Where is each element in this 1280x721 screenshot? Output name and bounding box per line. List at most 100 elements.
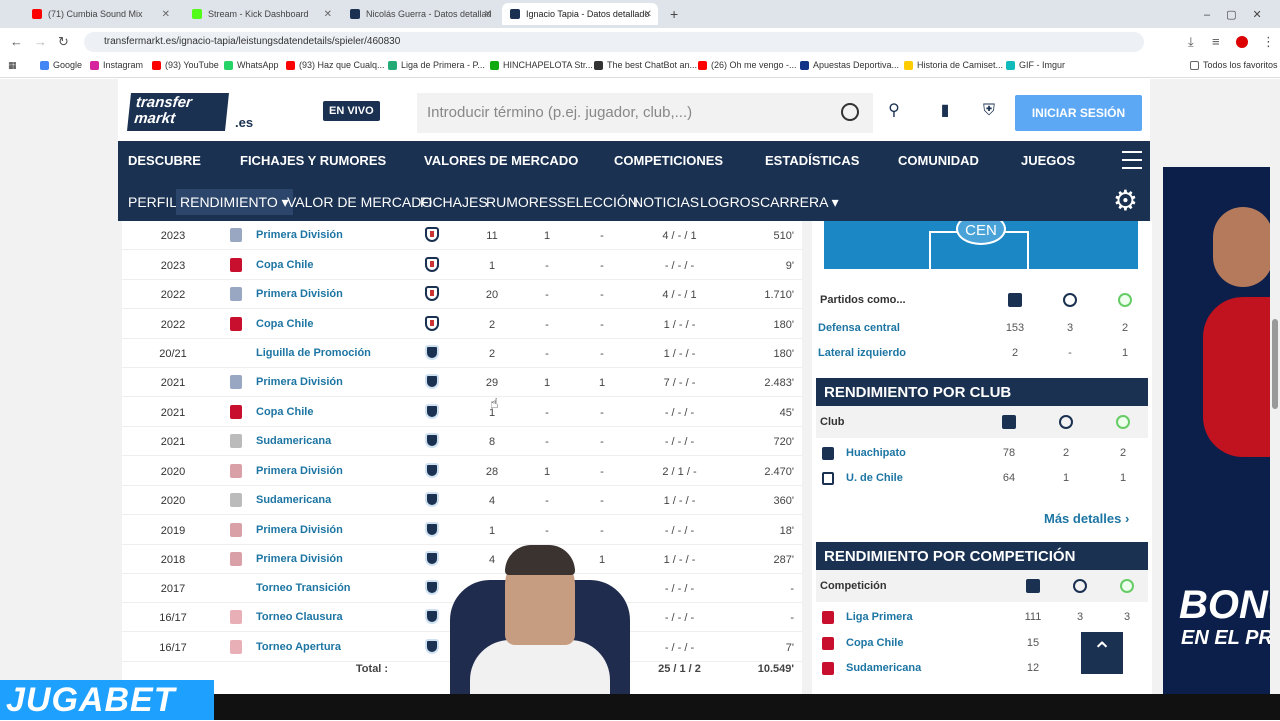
nav-fichajes[interactable]: FICHAJES Y RUMORES xyxy=(240,153,386,168)
nav-comunidad[interactable]: COMUNIDAD xyxy=(898,153,979,168)
competition-link[interactable]: Sudamericana xyxy=(256,435,331,447)
competition-link[interactable]: Copa Chile xyxy=(256,259,313,271)
assists: - xyxy=(600,495,604,507)
menu-icon[interactable]: ⋮ xyxy=(1262,34,1275,50)
competition-link[interactable]: Primera División xyxy=(256,376,343,388)
subnav-fichajes[interactable]: FICHAJES xyxy=(420,194,488,210)
login-button[interactable]: INICIAR SESIÓN xyxy=(1015,95,1142,131)
close-icon[interactable]: ✕ xyxy=(644,9,652,20)
bookmark-item[interactable]: GIF - Imgur xyxy=(1006,60,1065,70)
scroll-to-top-button[interactable]: ⌃ xyxy=(1081,632,1123,674)
bookmark-item[interactable]: Instagram xyxy=(90,60,143,70)
club-crest-icon[interactable] xyxy=(425,257,439,272)
competition-link[interactable]: Liguilla de Promoción xyxy=(256,347,371,359)
competition-link[interactable]: Primera División xyxy=(256,229,343,241)
profile-avatar[interactable] xyxy=(1236,36,1248,48)
nav-valores[interactable]: VALORES DE MERCADO xyxy=(424,153,578,168)
bookmark-item[interactable]: HINCHAPELOTA Str... xyxy=(490,60,593,70)
close-icon[interactable]: ✕ xyxy=(324,9,332,20)
nav-juegos[interactable]: JUEGOS xyxy=(1021,153,1075,168)
competition-link[interactable]: Primera División xyxy=(256,524,343,536)
bookmark-item[interactable]: Historia de Camiset... xyxy=(904,60,1003,70)
browser-tab-4[interactable]: Ignacio Tapia - Datos detallado ✕ xyxy=(502,3,658,25)
competition-link[interactable]: Primera División xyxy=(256,553,343,565)
forward-icon[interactable]: → xyxy=(34,34,47,49)
subnav-carrera[interactable]: CARRERA ▾ xyxy=(760,194,839,211)
scroll-thumb[interactable] xyxy=(1272,319,1278,409)
club-crest-icon[interactable] xyxy=(425,286,439,301)
logo[interactable]: transfer markt xyxy=(127,93,229,131)
total-label: Total : xyxy=(355,663,389,675)
bookmark-icon[interactable]: ▮ xyxy=(936,102,954,120)
competition-link[interactable]: Copa Chile xyxy=(256,318,313,330)
club-crest-icon[interactable] xyxy=(425,227,439,242)
youtube-icon xyxy=(32,9,42,19)
club-crest-icon[interactable] xyxy=(425,433,439,448)
bookmark-item[interactable]: WhatsApp xyxy=(224,60,279,70)
back-icon[interactable]: ← xyxy=(10,34,23,49)
scrollbar[interactable] xyxy=(1270,79,1280,694)
bookmark-item[interactable]: Liga de Primera - P... xyxy=(388,60,485,70)
search-input[interactable]: Introducir término (p.ej. jugador, club,… xyxy=(417,93,873,133)
browser-tab-1[interactable]: (71) Cumbia Sound Mix ✕ xyxy=(24,3,176,25)
competition-link[interactable]: Torneo Apertura xyxy=(256,641,341,653)
nav-competiciones[interactable]: COMPETICIONES xyxy=(614,153,723,168)
more-details-link[interactable]: Más detalles › xyxy=(1044,511,1129,526)
season: 2020 xyxy=(160,466,186,478)
live-button[interactable]: EN VIVO xyxy=(323,101,380,121)
locale-selector[interactable]: .es xyxy=(235,115,253,130)
browser-tab-2[interactable]: Stream - Kick Dashboard ✕ xyxy=(184,3,338,25)
minutes: 720' xyxy=(773,436,794,448)
extensions-icon[interactable]: ≡ xyxy=(1212,34,1220,49)
competition-link[interactable]: Torneo Transición xyxy=(256,582,351,594)
browser-tab-3[interactable]: Nicolás Guerra - Datos detallad ✕ xyxy=(342,3,498,25)
club-crest-icon[interactable] xyxy=(425,639,439,654)
club-crest-icon[interactable] xyxy=(425,551,439,566)
bookmark-item[interactable]: (93) YouTube xyxy=(152,60,219,70)
gear-icon[interactable]: ⚙ xyxy=(1113,187,1138,215)
club-crest-icon[interactable] xyxy=(425,404,439,419)
club-crest-icon[interactable] xyxy=(425,374,439,389)
new-tab-button[interactable]: + xyxy=(662,3,682,25)
bookmark-item[interactable]: Google xyxy=(40,60,82,70)
competition-link[interactable]: Copa Chile xyxy=(256,406,313,418)
bookmark-item[interactable]: (93) Haz que Cualq... xyxy=(286,60,385,70)
all-bookmarks[interactable]: Todos los favoritos xyxy=(1190,60,1278,70)
search-icon[interactable] xyxy=(841,103,859,121)
nav-descubre[interactable]: DESCUBRE xyxy=(128,153,201,168)
club-crest-icon[interactable] xyxy=(425,463,439,478)
club-crest-icon[interactable] xyxy=(425,345,439,360)
club-crest-icon[interactable] xyxy=(425,492,439,507)
competition-link[interactable]: Sudamericana xyxy=(256,494,331,506)
subnav-seleccion[interactable]: SELECCIÓN xyxy=(557,194,638,210)
subnav-valor[interactable]: VALOR DE MERCADO xyxy=(287,194,432,210)
close-icon[interactable]: ✕ xyxy=(484,9,492,20)
reload-icon[interactable]: ↻ xyxy=(58,34,69,50)
subnav-rendimiento[interactable]: RENDIMIENTO ▾ xyxy=(176,189,293,215)
competition-link[interactable]: Primera División xyxy=(256,288,343,300)
bookmark-item[interactable]: The best ChatBot an... xyxy=(594,60,697,70)
competition-link[interactable]: Primera División xyxy=(256,465,343,477)
ad-banner[interactable]: BONO EN EL PR xyxy=(1163,167,1273,697)
menu-icon[interactable] xyxy=(1122,151,1142,169)
apps-icon[interactable]: ▦ xyxy=(8,60,17,71)
club-crest-icon[interactable] xyxy=(425,580,439,595)
subnav-noticias[interactable]: NOTICIAS xyxy=(633,194,699,210)
subnav-logros[interactable]: LOGROS xyxy=(700,194,760,210)
shield-icon[interactable]: ⛨ xyxy=(980,102,998,120)
chevron-right-icon: › xyxy=(1124,511,1130,526)
bookmark-item[interactable]: Apuestas Deportiva... xyxy=(800,60,899,70)
close-icon[interactable]: ✕ xyxy=(162,9,170,20)
bookmark-item[interactable]: (26) Oh me vengo -... xyxy=(698,60,797,70)
club-crest-icon[interactable] xyxy=(425,522,439,537)
advanced-search-icon[interactable]: ⚲ xyxy=(885,102,903,120)
url-field[interactable]: transfermarkt.es/ignacio-tapia/leistungs… xyxy=(84,32,1144,52)
window-controls[interactable]: –▢✕ xyxy=(1196,3,1276,25)
nav-estadisticas[interactable]: ESTADÍSTICAS xyxy=(765,153,859,168)
subnav-rumores[interactable]: RUMORES xyxy=(486,194,558,210)
club-crest-icon[interactable] xyxy=(425,609,439,624)
competition-link[interactable]: Torneo Clausura xyxy=(256,611,343,623)
download-icon[interactable]: ⤓ xyxy=(1188,34,1194,50)
club-crest-icon[interactable] xyxy=(425,316,439,331)
subnav-perfil[interactable]: PERFIL xyxy=(128,194,177,210)
